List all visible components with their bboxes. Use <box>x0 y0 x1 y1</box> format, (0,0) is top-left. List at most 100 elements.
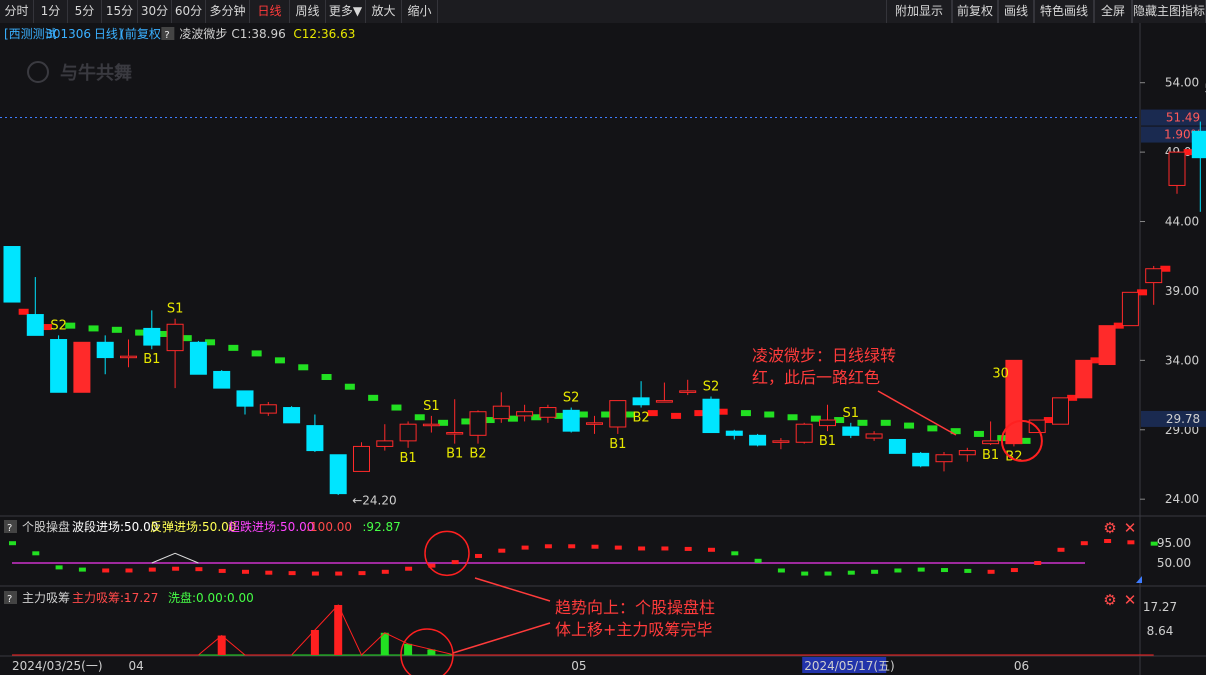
title-code: 301306 <box>45 27 91 41</box>
sub1-bar <box>824 571 832 576</box>
indicator-name: 凌波微步 <box>179 27 227 41</box>
c1-value: 38.96 <box>251 27 285 41</box>
trend-dash <box>228 344 239 351</box>
candle <box>306 425 324 452</box>
candle <box>353 445 370 472</box>
candle <box>702 398 720 434</box>
sub1-bar <box>1080 541 1088 546</box>
candle <box>725 430 743 436</box>
candle <box>772 440 790 443</box>
sub1-label: 超跌进场:50.00 <box>228 519 314 534</box>
right-tab-3[interactable]: 特色画线 <box>1034 0 1094 23</box>
candle <box>586 422 603 425</box>
tab-2[interactable]: 5分 <box>68 0 102 23</box>
tab-0[interactable]: 分时 <box>0 0 34 23</box>
right-tab-5[interactable]: 隐藏主图指标 <box>1132 0 1206 23</box>
candle <box>166 323 184 352</box>
trend-dash <box>671 412 682 419</box>
candle <box>3 246 21 303</box>
tab-7[interactable]: 日线 <box>250 0 290 23</box>
tab-4[interactable]: 30分 <box>138 0 172 23</box>
candle <box>1075 359 1093 399</box>
right-tab-1[interactable]: 前复权 <box>952 0 998 23</box>
trend-dash <box>344 383 355 390</box>
date-label: 2024/05/17(五) <box>804 659 895 673</box>
candle <box>376 440 394 447</box>
sub1-bar <box>638 546 646 551</box>
tab-5[interactable]: 60分 <box>172 0 206 23</box>
date-label: 06 <box>1014 659 1029 673</box>
sub1-tick: 95.00 <box>1157 536 1191 550</box>
candle <box>609 400 627 428</box>
sub1-bar <box>78 567 86 572</box>
tab-1[interactable]: 1分 <box>34 0 68 23</box>
right-tab-4[interactable]: 全屏 <box>1094 0 1132 23</box>
sub2-label: :0.00 <box>223 591 254 605</box>
tab-9[interactable]: 更多▼ <box>326 0 366 23</box>
signal-label: S1 <box>167 302 184 317</box>
signal-label: B2 <box>469 447 486 462</box>
candle <box>516 411 534 417</box>
candle <box>1052 397 1069 425</box>
candle <box>935 454 953 463</box>
signal-label: B1 <box>982 448 999 463</box>
settings-icon: ⚙ <box>1103 519 1116 537</box>
right-tab-0[interactable]: 附加显示 <box>886 0 952 23</box>
sub1-bar <box>451 560 459 565</box>
signal-label: B2 <box>1005 449 1022 464</box>
signal-label: B1 <box>399 451 416 466</box>
candle <box>26 314 44 336</box>
sub1-bar <box>591 544 599 549</box>
trend-dash <box>904 422 915 429</box>
candle <box>259 404 277 414</box>
sub1-bar <box>544 544 552 549</box>
trend-dash <box>274 357 285 364</box>
sub1-bar <box>1104 539 1112 543</box>
candle <box>213 370 231 389</box>
settings-icon: ⚙ <box>1103 591 1116 609</box>
candle <box>842 426 860 436</box>
trend-dash <box>740 410 751 417</box>
tab-10[interactable]: 放大 <box>366 0 402 23</box>
tab-6[interactable]: 多分钟 <box>206 0 250 23</box>
candle <box>143 327 161 346</box>
sub1-bar <box>475 553 482 558</box>
candle <box>1121 291 1139 327</box>
sub1-bar <box>731 551 739 556</box>
sub2-tick: 17.27 <box>1143 600 1177 614</box>
title-adjust: (前复权) <box>120 26 165 41</box>
tab-8[interactable]: 周线 <box>290 0 326 23</box>
c1-label: C1: <box>231 27 251 41</box>
sub1-bar <box>172 566 180 571</box>
sub1-bar <box>661 546 669 551</box>
right-tab-2[interactable]: 画线 <box>998 0 1034 23</box>
trend-dash <box>391 404 402 411</box>
candle <box>679 390 697 393</box>
sub1-bar <box>987 569 995 574</box>
trend-dash <box>764 411 775 418</box>
current-price-label: 51.49 <box>1166 111 1200 125</box>
sub1-bar <box>358 571 366 576</box>
c2-value: 2:36.63 <box>309 27 355 41</box>
sub1-bar <box>614 545 622 550</box>
sub1-bar <box>568 544 576 549</box>
candle <box>1168 151 1186 186</box>
candle <box>236 390 254 407</box>
candle <box>492 405 510 420</box>
period-toolbar: 分时 1分 5分 15分 30分 60分 多分钟 日线 周线 更多▼ 放大 缩小 附加显示 前复权 画线 特色… <box>0 0 1206 24</box>
sub1-bar <box>311 571 319 576</box>
y-tick-label: 39.00 <box>1165 284 1199 298</box>
trend-dash <box>88 325 99 332</box>
candle <box>1028 419 1046 434</box>
candle <box>539 407 557 418</box>
y-tick-label: 24.00 <box>1165 492 1199 506</box>
sub1-bar <box>801 571 809 576</box>
signal-label: S1 <box>843 406 860 421</box>
tab-3[interactable]: 15分 <box>102 0 138 23</box>
sub1-bar <box>708 547 715 552</box>
sub1-bar <box>521 545 529 550</box>
sub1-bar <box>9 541 16 546</box>
cross-price-label: 29.78 <box>1166 412 1200 426</box>
tab-11[interactable]: 缩小 <box>402 0 438 23</box>
signal-label: B1 <box>446 447 463 462</box>
